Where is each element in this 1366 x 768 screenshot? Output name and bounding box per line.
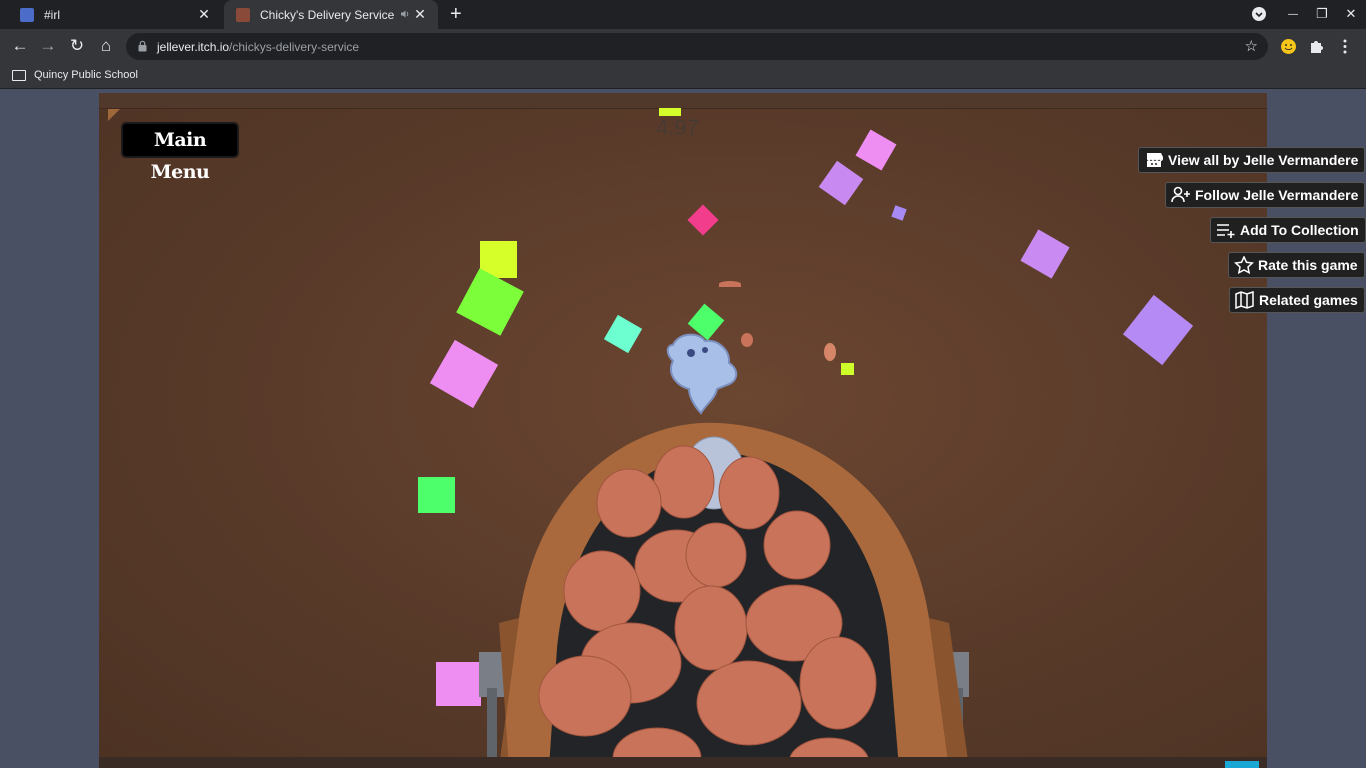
tab-title: #irl	[44, 7, 61, 22]
related-games-button[interactable]: Related games	[1229, 287, 1365, 313]
follow-author-button[interactable]: Follow Jelle Vermandere	[1165, 182, 1366, 208]
rate-game-button[interactable]: Rate this game	[1228, 252, 1365, 278]
new-tab-button[interactable]: +	[450, 4, 462, 24]
tab-strip: #irl ✕ Chicky's Delivery Service by ✕ + …	[0, 0, 1366, 29]
confetti-piece	[841, 363, 854, 375]
itch-logo-icon	[1147, 153, 1163, 167]
tab-chickys-delivery[interactable]: Chicky's Delivery Service by ✕	[224, 0, 438, 29]
tab-close-icon[interactable]: ✕	[412, 6, 428, 22]
confetti-piece	[456, 268, 524, 336]
tab-favicon-icon	[20, 7, 34, 22]
eggshell-fragment	[824, 343, 836, 361]
bookmark-item[interactable]: Quincy Public School	[0, 64, 150, 89]
confetti-piece	[818, 160, 864, 206]
button-label: View all by Jelle Vermandere	[1168, 152, 1359, 168]
bookmark-star-icon[interactable]: ☆	[1245, 37, 1258, 55]
game-timer: 4.97	[656, 115, 699, 140]
game-bottom-marker	[1225, 761, 1259, 768]
game-canvas[interactable]: Main Menu 4.97	[99, 93, 1267, 768]
speaker-icon[interactable]	[400, 8, 410, 18]
map-icon	[1235, 291, 1254, 309]
view-all-by-author-button[interactable]: View all by Jelle Vermandere	[1138, 147, 1366, 173]
button-label: Related games	[1259, 292, 1358, 308]
tab-favicon-icon	[236, 7, 250, 22]
egg-basket	[479, 422, 969, 768]
confetti-piece	[687, 204, 719, 236]
close-window-button[interactable]: ✕	[1342, 6, 1360, 22]
reload-button[interactable]: ↻	[66, 36, 88, 56]
menu-kebab-icon[interactable]	[1343, 39, 1347, 54]
confetti-piece	[1122, 294, 1194, 366]
confetti-piece	[891, 205, 907, 221]
folder-icon	[12, 70, 26, 81]
game-corner-marker	[108, 109, 120, 121]
tab-title: Chicky's Delivery Service by	[260, 7, 395, 22]
forward-button[interactable]: →	[37, 36, 59, 56]
browser-toolbar: ← → ↻ ⌂ jellever.itch.io/chickys-deliver…	[0, 29, 1366, 64]
confetti-piece	[429, 339, 499, 409]
tab-close-icon[interactable]: ✕	[196, 6, 212, 22]
home-button[interactable]: ⌂	[95, 36, 117, 56]
address-bar[interactable]: jellever.itch.io/chickys-delivery-servic…	[126, 33, 1268, 60]
confetti-piece	[436, 662, 481, 706]
add-to-collection-button[interactable]: Add To Collection	[1210, 217, 1366, 243]
url-text: jellever.itch.io/chickys-delivery-servic…	[157, 40, 360, 54]
confetti-piece	[603, 314, 643, 354]
confetti-piece	[418, 477, 455, 513]
button-label: Add To Collection	[1240, 222, 1359, 238]
game-top-bar	[99, 93, 1267, 109]
playlist-add-icon	[1217, 224, 1235, 238]
button-label: Follow Jelle Vermandere	[1195, 187, 1359, 203]
game-bottom-bar	[99, 757, 1267, 768]
extensions-puzzle-icon[interactable]	[1309, 39, 1324, 54]
button-label: Rate this game	[1258, 257, 1358, 273]
eggshell-fragment	[719, 281, 741, 287]
bookmarks-bar: Quincy Public School	[0, 64, 1366, 89]
lock-icon[interactable]	[138, 40, 147, 52]
confetti-piece	[855, 129, 897, 171]
star-icon	[1234, 256, 1254, 274]
profile-avatar-icon[interactable]	[1281, 39, 1296, 54]
restore-button[interactable]: ❐	[1313, 6, 1331, 22]
back-button[interactable]: ←	[9, 36, 31, 56]
bookmark-label: Quincy Public School	[34, 69, 138, 81]
ghost-chick-sprite	[666, 333, 738, 415]
tab-irl[interactable]: #irl ✕	[8, 0, 222, 29]
confetti-piece	[1020, 229, 1070, 279]
main-menu-button[interactable]: Main Menu	[123, 124, 237, 183]
minimize-button[interactable]: —	[1284, 9, 1302, 20]
user-plus-icon	[1171, 186, 1190, 203]
tab-search-icon[interactable]	[1252, 7, 1266, 21]
